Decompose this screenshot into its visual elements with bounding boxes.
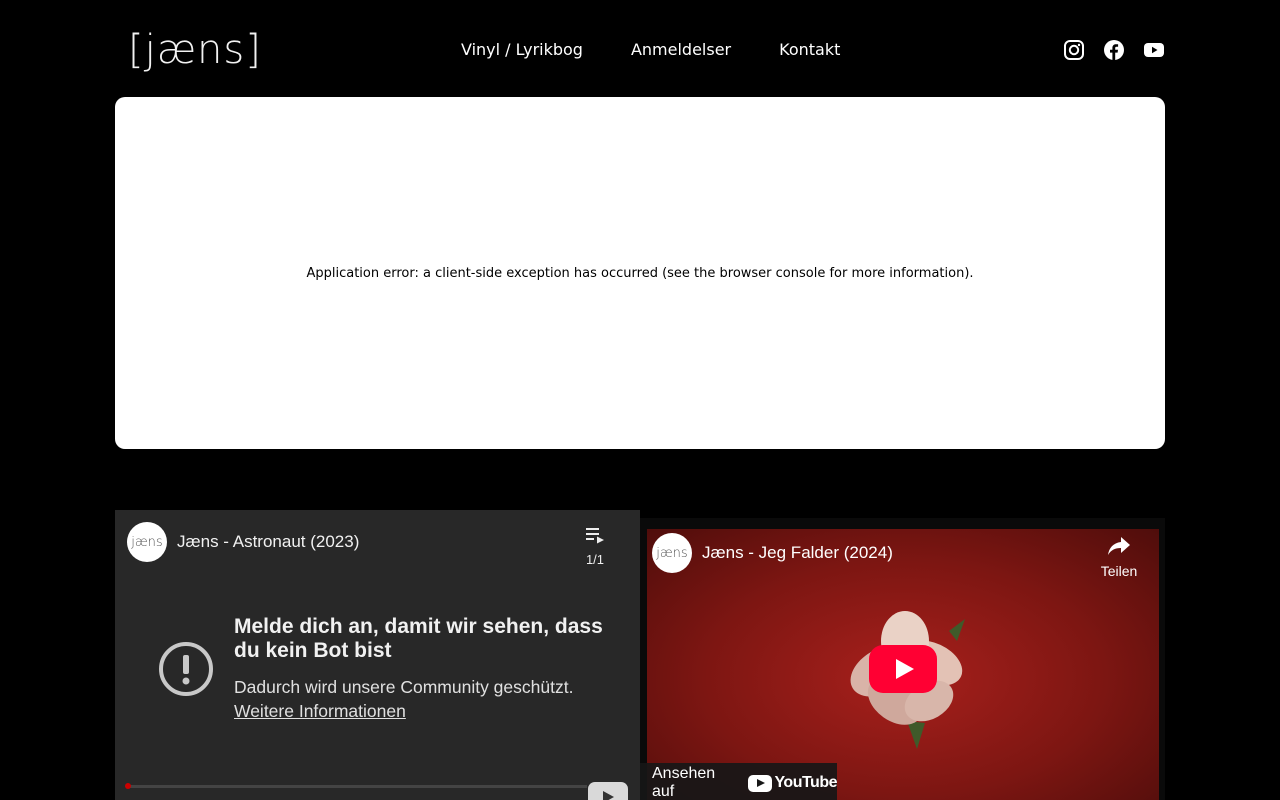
- nav-item-vinyl-lyrikbog[interactable]: Vinyl / Lyrikbog: [461, 38, 583, 62]
- youtube-logo-icon: [748, 774, 773, 792]
- error-message: Application error: a client-side excepti…: [306, 265, 974, 281]
- playlist-count: 1/1: [585, 552, 605, 567]
- site-header: [jæns] Vinyl / Lyrikbog Anmeldelser Kont…: [0, 0, 1280, 100]
- watch-on-label: Ansehen auf: [652, 765, 716, 800]
- bot-check-heading: Melde dich an, damit wir sehen, dass du …: [234, 615, 603, 662]
- nav-item-kontakt[interactable]: Kontakt: [779, 38, 840, 62]
- error-panel: Application error: a client-side excepti…: [115, 97, 1165, 449]
- video-embed-jeg-falder[interactable]: jæns Jæns - Jeg Falder (2024) Teilen: [640, 518, 1165, 800]
- main-nav: Vinyl / Lyrikbog Anmeldelser Kontakt: [461, 38, 840, 62]
- share-icon: [1108, 537, 1130, 555]
- youtube-logo: YouTube: [748, 774, 837, 792]
- channel-avatar[interactable]: jæns: [652, 533, 692, 573]
- bot-check-body: Dadurch wird unsere Community geschützt.…: [234, 675, 624, 723]
- share-button[interactable]: Teilen: [1099, 535, 1139, 579]
- facebook-icon[interactable]: [1103, 38, 1125, 62]
- channel-avatar[interactable]: jæns: [127, 522, 167, 562]
- watch-on-youtube-button[interactable]: Ansehen auf YouTube: [640, 763, 837, 800]
- more-info-link[interactable]: Weitere Informationen: [234, 699, 624, 723]
- site-logo[interactable]: [jæns]: [128, 28, 262, 72]
- progress-handle[interactable]: [125, 783, 131, 789]
- video-title[interactable]: Jæns - Jeg Falder (2024): [702, 543, 893, 563]
- page: [jæns] Vinyl / Lyrikbog Anmeldelser Kont…: [0, 0, 1280, 800]
- youtube-play-icon[interactable]: [588, 782, 628, 800]
- video-thumbnail[interactable]: jæns Jæns - Jeg Falder (2024) Teilen: [647, 529, 1159, 800]
- nav-item-anmeldelser[interactable]: Anmeldelser: [631, 38, 731, 62]
- instagram-icon[interactable]: [1063, 38, 1085, 62]
- progress-bar[interactable]: [127, 785, 587, 788]
- youtube-logo-text: YouTube: [774, 774, 837, 791]
- alert-icon: [159, 642, 213, 696]
- video-embed-astronaut[interactable]: jæns Jæns - Astronaut (2023) 1/1 Melde d…: [115, 510, 640, 800]
- bot-check-text: Dadurch wird unsere Community geschützt.: [234, 677, 574, 697]
- youtube-icon[interactable]: [1143, 38, 1165, 62]
- video-title-row: jæns Jæns - Astronaut (2023): [127, 522, 359, 562]
- social-links: [1063, 38, 1165, 62]
- playlist-button[interactable]: 1/1: [582, 526, 608, 567]
- playlist-icon: [586, 528, 604, 544]
- play-button[interactable]: [869, 645, 937, 693]
- share-label: Teilen: [1100, 563, 1138, 579]
- video-title-row: jæns Jæns - Jeg Falder (2024): [652, 533, 893, 573]
- video-title[interactable]: Jæns - Astronaut (2023): [177, 532, 359, 552]
